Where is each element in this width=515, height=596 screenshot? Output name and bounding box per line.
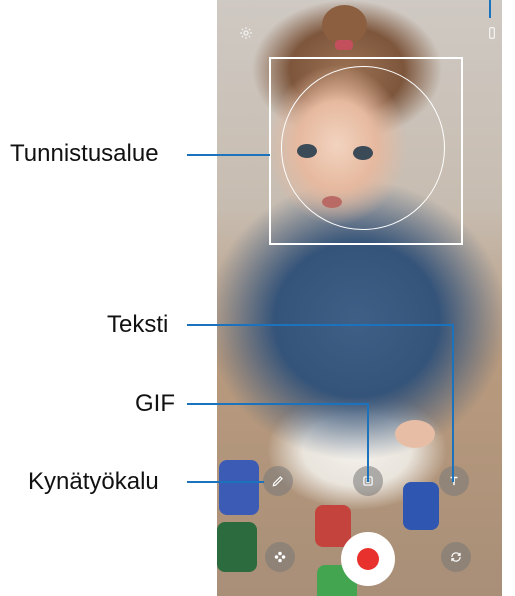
switch-camera-icon [451, 552, 461, 562]
callout-line-gif-v [367, 403, 369, 482]
text-icon [450, 476, 458, 486]
record-button[interactable] [341, 532, 395, 586]
pen-tool-button[interactable] [263, 466, 293, 496]
switch-camera-button[interactable] [441, 542, 471, 572]
hair-tie [335, 40, 353, 50]
detection-area-circle [281, 66, 445, 230]
callout-line-gif-h [187, 403, 369, 405]
gear-icon[interactable] [239, 26, 253, 40]
paint-jar-1 [219, 460, 259, 515]
label-pen-tool: Kynätyökalu [28, 468, 159, 495]
paint-jar-2 [403, 482, 439, 530]
callout-line-detection-area [187, 154, 270, 156]
label-gif: GIF [135, 390, 175, 417]
label-detection-area: Tunnistusalue [10, 140, 159, 167]
menu-icon[interactable] [485, 26, 499, 40]
pen-icon [272, 476, 283, 487]
callout-line-pen-tool [187, 481, 264, 483]
callout-line-text-v [452, 324, 454, 482]
sparkle-icon [274, 551, 286, 563]
camera-preview [217, 0, 502, 596]
paint-jar-3 [315, 505, 351, 547]
record-dot-icon [357, 548, 379, 570]
paint-jar-4 [217, 522, 257, 572]
callout-line-top [489, 0, 491, 18]
hair-tuft [322, 5, 367, 45]
effects-button[interactable] [265, 542, 295, 572]
hand [395, 420, 435, 448]
text-button[interactable] [439, 466, 469, 496]
label-text: Teksti [107, 311, 169, 338]
callout-line-text-h [187, 324, 454, 326]
